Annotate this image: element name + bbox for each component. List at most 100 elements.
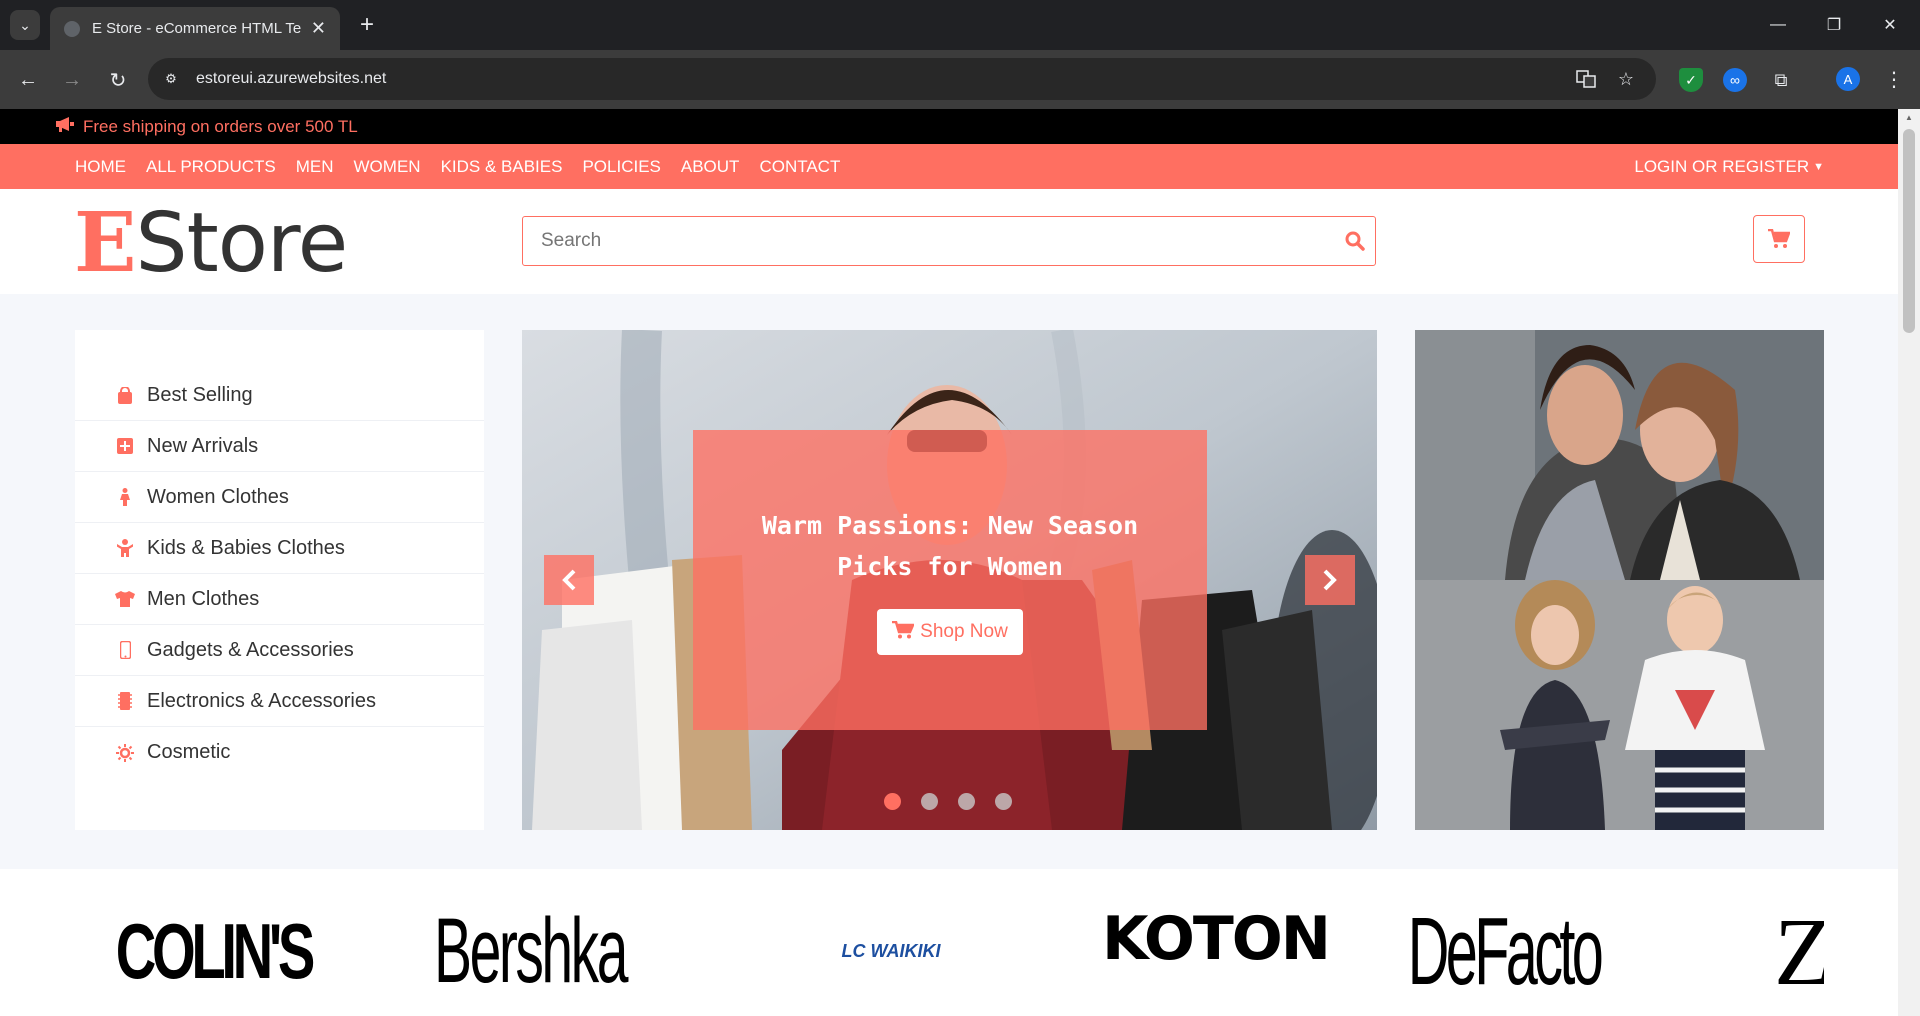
chevron-right-icon	[1323, 569, 1337, 591]
profile-avatar[interactable]: A	[1836, 67, 1860, 91]
category-label: Kids & Babies Clothes	[147, 536, 345, 559]
new-tab-button[interactable]: +	[352, 10, 382, 40]
cart-icon	[1768, 229, 1790, 248]
mobile-icon	[115, 641, 135, 659]
back-button[interactable]: ←	[12, 64, 44, 96]
close-tab-icon[interactable]: ✕	[311, 18, 326, 39]
nav-about[interactable]: ABOUT	[681, 157, 740, 177]
scrollbar-thumb[interactable]	[1903, 129, 1915, 333]
brand-colins-logo[interactable]: COLIN'S	[116, 899, 316, 1004]
slide-caption: Warm Passions: New Season Picks for Wome…	[693, 430, 1207, 730]
nav-kids-babies[interactable]: KIDS & BABIES	[441, 157, 563, 177]
category-women-clothes[interactable]: Women Clothes	[75, 472, 484, 523]
promo-image-kids[interactable]	[1415, 580, 1824, 830]
brand-zara-logo[interactable]: Z	[1774, 899, 1824, 1004]
carousel-prev-button[interactable]	[544, 555, 594, 605]
nav-policies[interactable]: POLICIES	[582, 157, 660, 177]
chevron-left-icon	[562, 569, 576, 591]
close-window-button[interactable]: ✕	[1862, 0, 1918, 50]
promo-text: Free shipping on orders over 500 TL	[83, 116, 358, 136]
nav-contact[interactable]: CONTACT	[759, 157, 840, 177]
bullhorn-icon	[55, 116, 75, 137]
category-best-selling[interactable]: Best Selling	[75, 370, 484, 421]
child-icon	[115, 539, 135, 557]
shop-now-button[interactable]: Shop Now	[877, 609, 1023, 655]
promo-bar: Free shipping on orders over 500 TL	[0, 109, 1898, 144]
logo-rest: Store	[135, 196, 349, 291]
microchip-icon	[115, 692, 135, 710]
site-header: EStore	[0, 189, 1898, 294]
tab-title: E Store - eCommerce HTML Template	[92, 20, 301, 37]
bookmark-star-icon[interactable]: ☆	[1614, 67, 1638, 91]
infinity-extension-icon[interactable]: ∞	[1723, 68, 1747, 92]
page-scrollbar[interactable]: ▲	[1898, 109, 1920, 1016]
shopping-bag-icon	[115, 386, 135, 404]
shop-now-label: Shop Now	[920, 621, 1008, 642]
brand-bershka-logo[interactable]: Bershka	[434, 899, 628, 1004]
forward-button[interactable]: →	[56, 64, 88, 96]
category-label: Women Clothes	[147, 485, 289, 508]
carousel-dot-1[interactable]	[884, 793, 901, 810]
address-bar[interactable]: ⚙ estoreui.azurewebsites.net ☆	[148, 58, 1656, 100]
carousel-next-button[interactable]	[1305, 555, 1355, 605]
category-label: Cosmetic	[147, 741, 231, 763]
browser-menu-icon[interactable]: ⋮	[1882, 67, 1906, 91]
page-viewport: Free shipping on orders over 500 TL HOME…	[0, 109, 1898, 1016]
tshirt-icon	[115, 591, 135, 607]
logo-accent: E	[74, 195, 137, 291]
cart-button[interactable]	[1753, 215, 1805, 263]
nav-women[interactable]: WOMEN	[354, 157, 421, 177]
login-register-dropdown[interactable]: LOGIN OR REGISTER ▼	[1634, 144, 1824, 189]
browser-tab[interactable]: E Store - eCommerce HTML Template ✕	[50, 7, 340, 50]
brand-koton-logo[interactable]: KOTON	[1102, 899, 1331, 979]
translate-icon[interactable]	[1574, 67, 1598, 91]
carousel-dot-4[interactable]	[995, 793, 1012, 810]
category-label: Electronics & Accessories	[147, 689, 376, 712]
nav-all-products[interactable]: ALL PRODUCTS	[146, 157, 276, 177]
female-icon	[115, 488, 135, 506]
category-sidebar: Best Selling New Arrivals Women Clothes …	[75, 330, 484, 830]
tab-list-button[interactable]: ⌄	[10, 10, 40, 40]
search-input[interactable]	[523, 230, 1335, 252]
caret-down-icon: ▼	[1813, 160, 1824, 173]
carousel-indicators	[884, 793, 1012, 810]
plus-square-icon	[115, 438, 135, 454]
brand-defacto-logo[interactable]: DeFacto	[1408, 898, 1604, 1005]
category-label: New Arrivals	[147, 434, 259, 457]
estore-logo[interactable]: EStore	[74, 195, 349, 291]
browser-toolbar: ← → ↻ ⚙ estoreui.azurewebsites.net ☆ ✓ ∞…	[0, 50, 1920, 109]
shield-extension-icon[interactable]: ✓	[1679, 68, 1703, 92]
category-men-clothes[interactable]: Men Clothes	[75, 574, 484, 625]
minimize-button[interactable]: —	[1750, 0, 1806, 50]
side-promo-images	[1415, 330, 1824, 830]
carousel-dot-2[interactable]	[921, 793, 938, 810]
category-kids-babies-clothes[interactable]: Kids & Babies Clothes	[75, 523, 484, 574]
login-register-label: LOGIN OR REGISTER	[1634, 156, 1810, 176]
category-gadgets-accessories[interactable]: Gadgets & Accessories	[75, 625, 484, 676]
category-electronics-accessories[interactable]: Electronics & Accessories	[75, 676, 484, 727]
brand-logos-strip: COLIN'S Bershka LC WAIKIKI KOTON DeFacto…	[0, 869, 1898, 1016]
restore-button[interactable]: ❐	[1806, 0, 1862, 50]
category-cosmetic[interactable]: Cosmetic	[75, 727, 484, 778]
reload-button[interactable]: ↻	[102, 64, 134, 96]
main-nav: HOME ALL PRODUCTS MEN WOMEN KIDS & BABIE…	[0, 144, 1898, 189]
search-box	[522, 216, 1376, 266]
hero-carousel: Warm Passions: New Season Picks for Wome…	[522, 330, 1377, 830]
brand-lcwaikiki-logo[interactable]: LC WAIKIKI	[826, 899, 956, 1004]
scroll-up-arrow-icon[interactable]: ▲	[1905, 113, 1913, 122]
browser-tabbar: ⌄ E Store - eCommerce HTML Template ✕ + …	[0, 0, 1920, 50]
nav-men[interactable]: MEN	[296, 157, 334, 177]
extensions-puzzle-icon[interactable]: ⧉	[1769, 68, 1793, 92]
category-label: Gadgets & Accessories	[147, 638, 354, 661]
carousel-dot-3[interactable]	[958, 793, 975, 810]
category-new-arrivals[interactable]: New Arrivals	[75, 421, 484, 472]
slide-caption-title: Warm Passions: New Season Picks for Wome…	[761, 511, 1139, 581]
category-label: Men Clothes	[147, 587, 260, 610]
globe-icon	[64, 20, 80, 37]
url-text: estoreui.azurewebsites.net	[196, 70, 387, 87]
site-info-icon[interactable]: ⚙	[156, 64, 186, 94]
promo-image-women[interactable]	[1415, 330, 1824, 580]
search-icon[interactable]	[1335, 231, 1375, 251]
sun-icon	[115, 743, 135, 762]
nav-home[interactable]: HOME	[75, 157, 126, 177]
